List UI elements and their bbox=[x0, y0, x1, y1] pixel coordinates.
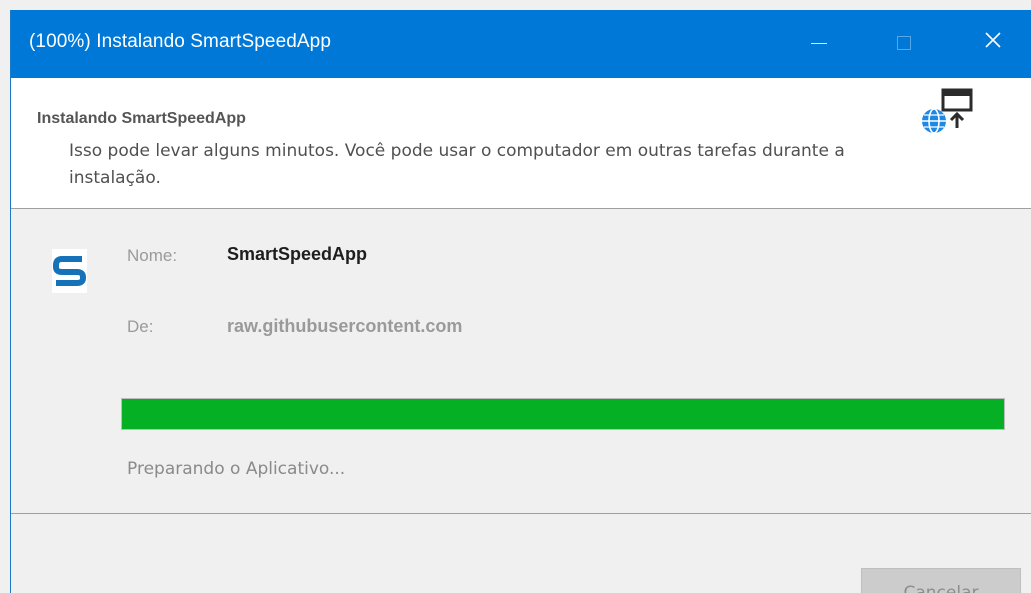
cancel-button: Cancelar bbox=[861, 568, 1021, 593]
progress-bar-fill bbox=[122, 399, 1004, 429]
globe-install-icon bbox=[922, 88, 973, 134]
publisher-value: raw.githubusercontent.com bbox=[227, 316, 463, 336]
maximize-icon bbox=[897, 36, 911, 50]
header-description: Isso pode levar alguns minutos. Você pod… bbox=[69, 141, 845, 188]
window-title: (100%) Instalando SmartSpeedApp bbox=[29, 31, 332, 52]
close-icon bbox=[985, 32, 1001, 48]
status-text: Preparando o Aplicativo... bbox=[127, 459, 346, 479]
installer-window: (100%) Instalando SmartSpeedApp Instalan… bbox=[10, 10, 1031, 593]
publisher-label: De: bbox=[127, 317, 154, 336]
smartspeedapp-logo-icon bbox=[52, 249, 87, 293]
title-bar[interactable]: (100%) Instalando SmartSpeedApp bbox=[11, 10, 1031, 78]
app-name: SmartSpeedApp bbox=[227, 244, 368, 264]
maximize-button bbox=[873, 10, 933, 78]
content-panel: Nome: SmartSpeedApp De: raw.githubuserco… bbox=[11, 209, 1031, 514]
header-title: Instalando SmartSpeedApp bbox=[37, 110, 246, 127]
progress-bar bbox=[121, 398, 1005, 430]
header-panel: Instalando SmartSpeedApp Isso pode levar… bbox=[11, 78, 1031, 209]
footer-panel: Cancelar bbox=[11, 514, 1031, 593]
minimize-icon bbox=[811, 43, 827, 44]
minimize-button[interactable] bbox=[787, 10, 847, 78]
name-label: Nome: bbox=[127, 246, 178, 265]
close-button[interactable] bbox=[963, 10, 1023, 78]
